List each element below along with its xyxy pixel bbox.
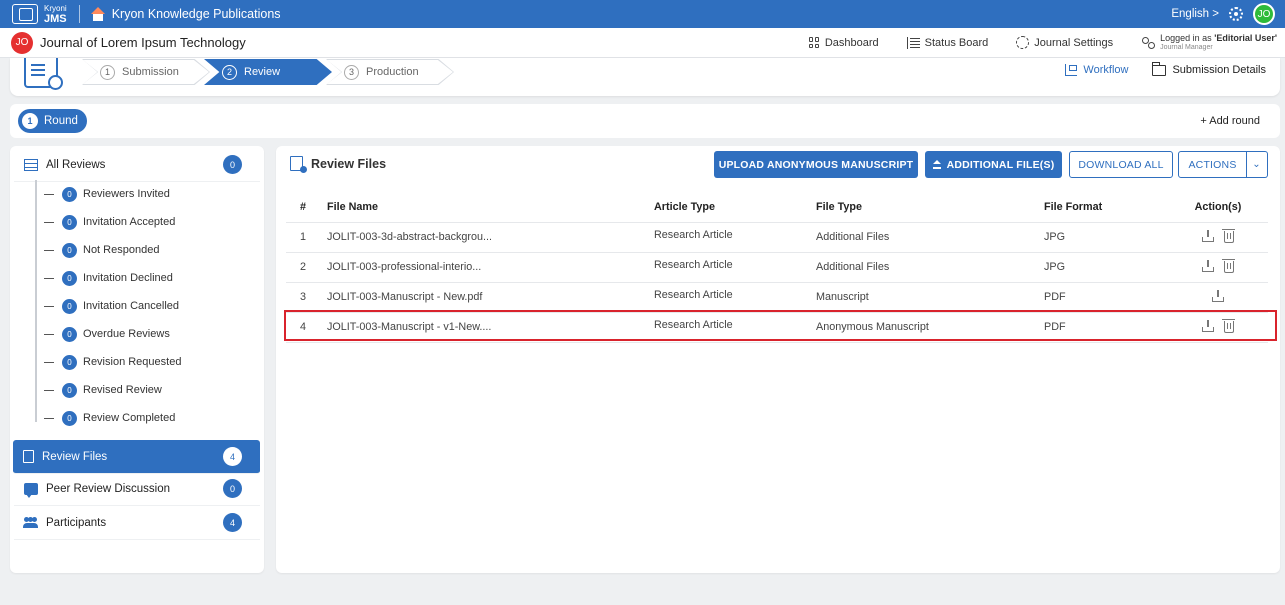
review-files-panel: Review Files UPLOAD ANONYMOUS MANUSCRIPT… <box>276 146 1280 573</box>
logged-user: 'Editorial User' <box>1214 32 1277 43</box>
review-files-table: # File Name Article Type File Type File … <box>286 192 1268 343</box>
users-icon <box>1141 36 1156 49</box>
sidebar-subitem-review-completed[interactable]: 0 Review Completed <box>44 408 175 428</box>
logged-in-user[interactable]: Logged in as 'Editorial User' Journal Ma… <box>1141 33 1277 53</box>
document-icon <box>23 450 34 463</box>
chat-icon <box>24 482 38 498</box>
workflow-strip: 1 Submission 2 Review 3 Production Workf… <box>10 58 1280 96</box>
review-sidebar: All Reviews 0 0 Reviewers Invited 0 Invita… <box>10 146 264 573</box>
sidebar-subitem-invitation-cancelled[interactable]: 0 Invitation Cancelled <box>44 296 179 316</box>
home-icon[interactable] <box>90 7 106 21</box>
file-name[interactable]: JOLIT-003-Manuscript - v1-New.... <box>327 312 654 343</box>
count-badge: 4 <box>223 447 242 466</box>
journal-avatar: JO <box>11 31 33 54</box>
table-row: 3 JOLIT-003-Manuscript - New.pdf Researc… <box>286 282 1268 313</box>
user-avatar[interactable]: JO <box>1253 3 1275 25</box>
workflow-steps: 1 Submission 2 Review 3 Production <box>82 59 454 85</box>
step-submission[interactable]: 1 Submission <box>82 59 210 85</box>
sidebar-item-review-files[interactable]: Review Files 4 <box>13 440 260 474</box>
nav-journal-settings[interactable]: Journal Settings <box>1016 36 1113 49</box>
download-icon[interactable] <box>1212 289 1224 302</box>
table-header-row: # File Name Article Type File Type File … <box>286 192 1268 223</box>
workflow-icon <box>1065 64 1078 76</box>
step-review[interactable]: 2 Review <box>204 59 332 85</box>
file-name[interactable]: JOLIT-003-3d-abstract-backgrou... <box>327 222 654 253</box>
upload-anonymous-manuscript-button[interactable]: UPLOAD ANONYMOUS MANUSCRIPT <box>714 151 918 178</box>
column-header[interactable]: File Format <box>1044 192 1168 223</box>
round-bar: 1 Round + Add round <box>10 104 1280 138</box>
sidebar-subitem-not-responded[interactable]: 0 Not Responded <box>44 240 159 260</box>
additional-files-button[interactable]: ADDITIONAL FILE(S) <box>925 151 1062 178</box>
download-all-button[interactable]: DOWNLOAD ALL <box>1069 151 1173 178</box>
sidebar-subitem-overdue-reviews[interactable]: 0 Overdue Reviews <box>44 324 170 344</box>
review-document-icon <box>24 58 63 90</box>
org-title[interactable]: Kryon Knowledge Publications <box>112 7 281 21</box>
logged-role: Journal Manager <box>1160 43 1213 51</box>
sidebar-subitem-invitation-declined[interactable]: 0 Invitation Declined <box>44 268 173 288</box>
column-header[interactable]: File Name <box>327 192 654 223</box>
folder-icon <box>1152 61 1167 76</box>
step-production[interactable]: 3 Production <box>326 59 454 85</box>
sidebar-subitem-revised-review[interactable]: 0 Revised Review <box>44 380 162 400</box>
submission-details-link[interactable]: Submission Details <box>1152 61 1266 76</box>
book-logo-icon <box>12 4 38 24</box>
file-name[interactable]: JOLIT-003-professional-interio... <box>327 252 654 283</box>
column-header: Action(s) <box>1168 192 1268 223</box>
trash-icon[interactable] <box>1222 228 1235 243</box>
panel-title: Review Files <box>290 156 386 173</box>
sidebar-item-peer-review-discussion[interactable]: Peer Review Discussion 0 <box>14 472 260 506</box>
nav-dashboard[interactable]: Dashboard <box>808 37 879 49</box>
table-row: 4 JOLIT-003-Manuscript - v1-New.... Rese… <box>286 312 1268 343</box>
table-row: 1 JOLIT-003-3d-abstract-backgrou... Rese… <box>286 222 1268 253</box>
nav-status-board[interactable]: Status Board <box>906 36 988 49</box>
sidebar-subitem-reviewers-invited[interactable]: 0 Reviewers Invited <box>44 184 170 204</box>
count-badge: 4 <box>223 513 242 532</box>
journal-title[interactable]: Journal of Lorem Ipsum Technology <box>40 35 246 50</box>
journal-bar: JO Journal of Lorem Ipsum Technology Das… <box>0 28 1285 58</box>
sidebar-subitem-revision-requested[interactable]: 0 Revision Requested <box>44 352 181 372</box>
round-tab[interactable]: 1 Round <box>18 109 87 133</box>
table-icon <box>24 158 38 171</box>
tree-line <box>35 180 37 422</box>
chevron-down-icon[interactable]: ⌄ <box>1246 151 1268 178</box>
column-header: # <box>286 192 327 223</box>
file-name[interactable]: JOLIT-003-Manuscript - New.pdf <box>327 282 654 313</box>
upload-icon <box>932 160 941 169</box>
download-icon[interactable] <box>1202 259 1214 272</box>
actions-button[interactable]: ACTIONS <box>1178 151 1247 178</box>
add-round-button[interactable]: + Add round <box>1200 115 1260 127</box>
column-header[interactable]: File Type <box>816 192 1044 223</box>
brand-big: JMS <box>44 13 67 25</box>
download-icon[interactable] <box>1202 319 1214 332</box>
settings-icon <box>1016 36 1030 49</box>
list-icon <box>906 36 920 49</box>
column-header[interactable]: Article Type <box>654 192 816 223</box>
topbar-divider <box>78 5 80 23</box>
trash-icon[interactable] <box>1222 318 1235 333</box>
download-icon[interactable] <box>1202 229 1214 242</box>
language-selector[interactable]: English > <box>1171 8 1219 20</box>
review-files-icon <box>290 156 307 173</box>
logged-prefix: Logged in as <box>1160 32 1215 43</box>
trash-icon[interactable] <box>1222 258 1235 273</box>
grid-icon <box>808 37 820 48</box>
sidebar-subitem-invitation-accepted[interactable]: 0 Invitation Accepted <box>44 212 175 232</box>
gear-icon[interactable] <box>1229 7 1243 21</box>
top-bar: Kryoni JMS Kryon Knowledge Publications … <box>0 0 1285 28</box>
count-badge: 0 <box>223 479 242 498</box>
workflow-link[interactable]: Workflow <box>1065 64 1128 76</box>
sidebar-item-participants[interactable]: Participants 4 <box>14 506 260 540</box>
table-row: 2 JOLIT-003-professional-interio... Rese… <box>286 252 1268 283</box>
sidebar-item-all-reviews[interactable]: All Reviews 0 <box>14 148 260 182</box>
app-logo[interactable]: Kryoni JMS <box>0 0 67 28</box>
people-icon <box>23 516 38 529</box>
count-badge: 0 <box>223 155 242 174</box>
